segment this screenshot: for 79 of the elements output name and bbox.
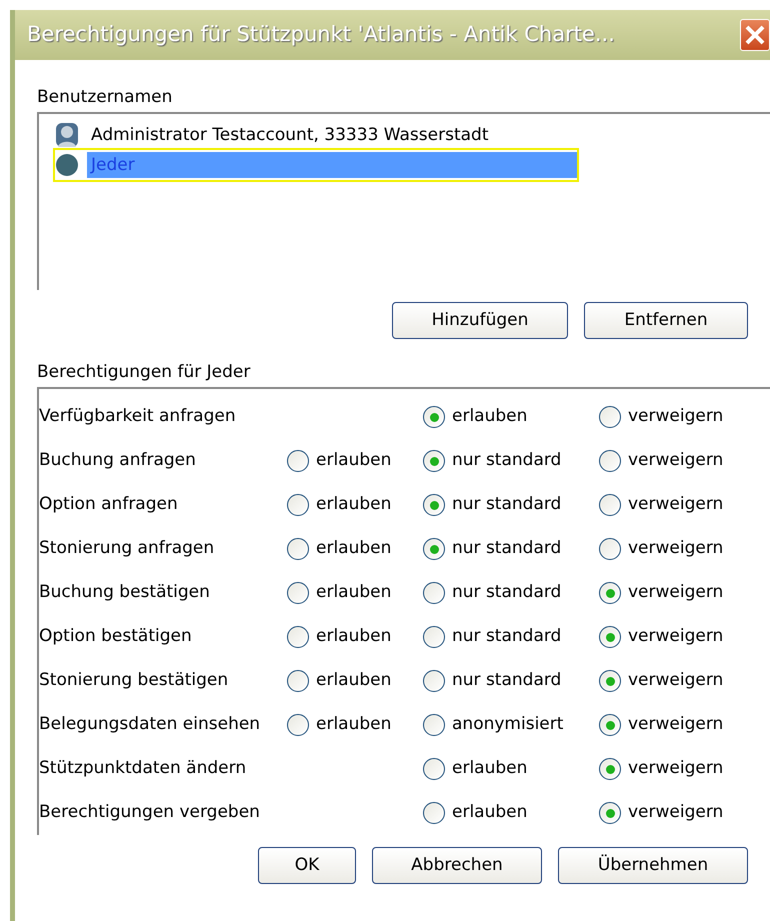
dialog-button[interactable]: Abbrechen [372, 847, 542, 884]
radio-button[interactable] [599, 494, 621, 516]
radio-button[interactable] [287, 714, 309, 736]
radio-label: erlauben [452, 757, 528, 780]
radio-label: erlauben [316, 625, 392, 648]
radio-button[interactable] [599, 450, 621, 472]
close-button[interactable] [740, 19, 770, 51]
radio-label: verweigern [628, 581, 724, 604]
radio-label: verweigern [628, 669, 724, 692]
radio-button[interactable] [599, 538, 621, 560]
radio-button[interactable] [599, 406, 621, 428]
radio-label: anonymisiert [452, 713, 564, 736]
radio-label: erlauben [316, 493, 392, 516]
radio-label: nur standard [452, 537, 562, 560]
radio-label: nur standard [452, 625, 562, 648]
permission-label: Belegungsdaten einsehen [39, 713, 262, 736]
radio-button[interactable] [423, 626, 445, 648]
radio-label: erlauben [316, 449, 392, 472]
radio-button[interactable] [423, 582, 445, 604]
radio-label: verweigern [628, 625, 724, 648]
radio-label: verweigern [628, 405, 724, 428]
radio-button[interactable] [599, 714, 621, 736]
radio-button[interactable] [423, 406, 445, 428]
radio-button[interactable] [599, 802, 621, 824]
permission-label: Buchung anfragen [39, 449, 197, 472]
user-silhouette-icon [55, 122, 79, 148]
radio-label: nur standard [452, 581, 562, 604]
user-name: Administrator Testaccount, 33333 Wasserstadt [90, 124, 490, 147]
user-name: Jeder [87, 152, 577, 178]
radio-button[interactable] [599, 582, 621, 604]
permission-label: Verfügbarkeit anfragen [39, 405, 237, 428]
radio-button[interactable] [287, 494, 309, 516]
radio-button[interactable] [599, 758, 621, 780]
permission-label: Option bestätigen [39, 625, 193, 648]
permission-label: Berechtigungen vergeben [39, 801, 261, 824]
radio-button[interactable] [599, 626, 621, 648]
radio-label: verweigern [628, 493, 724, 516]
dialog-button[interactable]: Übernehmen [558, 847, 748, 884]
radio-button[interactable] [287, 450, 309, 472]
radio-button[interactable] [287, 670, 309, 692]
radio-button[interactable] [423, 758, 445, 780]
radio-label: erlauben [316, 713, 392, 736]
dialog-button[interactable]: Entfernen [584, 302, 748, 339]
radio-label: nur standard [452, 449, 562, 472]
user-item[interactable]: Administrator Testaccount, 33333 Wasserstadt [55, 120, 577, 150]
permission-label: Option anfragen [39, 493, 179, 516]
window-title: Berechtigungen für Stützpunkt 'Atlantis - Antik Charte... [27, 21, 615, 48]
permissions-label: Berechtigungen für Jeder [37, 361, 252, 383]
permission-label: Stonierung bestätigen [39, 669, 230, 692]
radio-label: erlauben [452, 801, 528, 824]
permission-label: Stützpunktdaten ändern [39, 757, 248, 780]
radio-label: verweigern [628, 713, 724, 736]
radio-button[interactable] [287, 582, 309, 604]
circle-icon [55, 152, 79, 178]
radio-button[interactable] [423, 670, 445, 692]
permission-label: Buchung bestätigen [39, 581, 211, 604]
close-icon [744, 24, 766, 46]
radio-button[interactable] [423, 538, 445, 560]
radio-button[interactable] [423, 714, 445, 736]
dialog-button[interactable]: Hinzufügen [392, 302, 568, 339]
users-label: Benutzernamen [37, 86, 174, 108]
radio-button[interactable] [423, 802, 445, 824]
radio-label: nur standard [452, 669, 562, 692]
radio-label: erlauben [452, 405, 528, 428]
radio-button[interactable] [287, 538, 309, 560]
radio-button[interactable] [423, 494, 445, 516]
radio-label: verweigern [628, 537, 724, 560]
radio-label: erlauben [316, 537, 392, 560]
radio-button[interactable] [599, 670, 621, 692]
radio-button[interactable] [423, 450, 445, 472]
dialog-button[interactable]: OK [258, 847, 356, 884]
radio-label: verweigern [628, 757, 724, 780]
permission-label: Stonierung anfragen [39, 537, 216, 560]
radio-label: erlauben [316, 669, 392, 692]
radio-label: verweigern [628, 449, 724, 472]
radio-button[interactable] [287, 626, 309, 648]
radio-label: verweigern [628, 801, 724, 824]
radio-label: erlauben [316, 581, 392, 604]
radio-label: nur standard [452, 493, 562, 516]
